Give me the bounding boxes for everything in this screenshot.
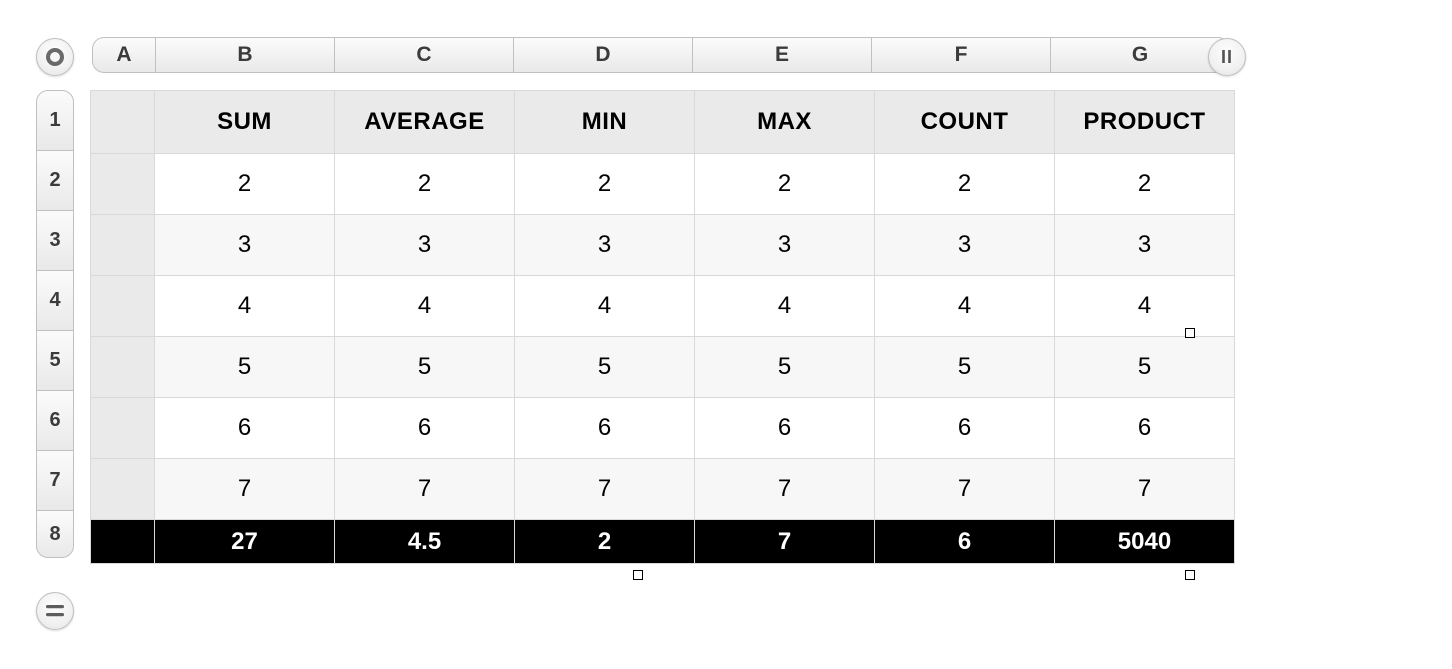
row-header-5[interactable]: 5 — [36, 330, 74, 391]
column-headers-strip: A B C D E F G — [92, 37, 1230, 73]
cell-a5[interactable] — [91, 337, 155, 398]
row-header-7[interactable]: 7 — [36, 450, 74, 511]
cell-a8[interactable] — [91, 520, 155, 564]
cell-c7[interactable]: 7 — [335, 459, 515, 520]
cell-g3[interactable]: 3 — [1055, 215, 1235, 276]
cell-b3[interactable]: 3 — [155, 215, 335, 276]
cell-g2[interactable]: 2 — [1055, 154, 1235, 215]
selection-handle[interactable] — [1185, 570, 1195, 580]
spreadsheet-grid: SUM AVERAGE MIN MAX COUNT PRODUCT 2 2 2 … — [90, 90, 1235, 564]
cell-f5[interactable]: 5 — [875, 337, 1055, 398]
column-header-e[interactable]: E — [692, 37, 872, 73]
cell-b6[interactable]: 6 — [155, 398, 335, 459]
formula-button[interactable] — [36, 592, 74, 630]
cell-c3[interactable]: 3 — [335, 215, 515, 276]
cell-a6[interactable] — [91, 398, 155, 459]
cell-f1[interactable]: COUNT — [875, 91, 1055, 154]
row-header-2[interactable]: 2 — [36, 150, 74, 211]
equals-icon — [46, 604, 64, 618]
cell-a7[interactable] — [91, 459, 155, 520]
cell-b2[interactable]: 2 — [155, 154, 335, 215]
record-icon — [46, 48, 64, 66]
cell-d6[interactable]: 6 — [515, 398, 695, 459]
cell-e5[interactable]: 5 — [695, 337, 875, 398]
cell-a2[interactable] — [91, 154, 155, 215]
cell-f2[interactable]: 2 — [875, 154, 1055, 215]
selection-handle[interactable] — [633, 570, 643, 580]
cell-c4[interactable]: 4 — [335, 276, 515, 337]
cell-e8[interactable]: 7 — [695, 520, 875, 564]
cell-a4[interactable] — [91, 276, 155, 337]
record-button[interactable] — [36, 38, 74, 76]
row-headers-strip: 1 2 3 4 5 6 7 8 — [36, 90, 74, 558]
cell-g6[interactable]: 6 — [1055, 398, 1235, 459]
cell-g5[interactable]: 5 — [1055, 337, 1235, 398]
cell-d1[interactable]: MIN — [515, 91, 695, 154]
cell-d7[interactable]: 7 — [515, 459, 695, 520]
cell-c6[interactable]: 6 — [335, 398, 515, 459]
cell-g1[interactable]: PRODUCT — [1055, 91, 1235, 154]
cell-b1[interactable]: SUM — [155, 91, 335, 154]
cell-a1[interactable] — [91, 91, 155, 154]
cell-g8[interactable]: 5040 — [1055, 520, 1235, 564]
row-header-3[interactable]: 3 — [36, 210, 74, 271]
cell-f3[interactable]: 3 — [875, 215, 1055, 276]
cell-g4[interactable]: 4 — [1055, 276, 1235, 337]
cell-f7[interactable]: 7 — [875, 459, 1055, 520]
cell-f4[interactable]: 4 — [875, 276, 1055, 337]
cell-d2[interactable]: 2 — [515, 154, 695, 215]
pause-icon: II — [1221, 47, 1233, 68]
cell-b8[interactable]: 27 — [155, 520, 335, 564]
cell-d3[interactable]: 3 — [515, 215, 695, 276]
cell-e4[interactable]: 4 — [695, 276, 875, 337]
selection-handle[interactable] — [1185, 328, 1195, 338]
cell-f8[interactable]: 6 — [875, 520, 1055, 564]
cell-g7[interactable]: 7 — [1055, 459, 1235, 520]
cell-a3[interactable] — [91, 215, 155, 276]
column-header-d[interactable]: D — [513, 37, 693, 73]
cell-f6[interactable]: 6 — [875, 398, 1055, 459]
cell-d5[interactable]: 5 — [515, 337, 695, 398]
column-header-a[interactable]: A — [92, 37, 156, 73]
row-header-6[interactable]: 6 — [36, 390, 74, 451]
pause-button[interactable]: II — [1208, 38, 1246, 76]
column-header-c[interactable]: C — [334, 37, 514, 73]
cell-c8[interactable]: 4.5 — [335, 520, 515, 564]
cell-d4[interactable]: 4 — [515, 276, 695, 337]
cell-b5[interactable]: 5 — [155, 337, 335, 398]
cell-b4[interactable]: 4 — [155, 276, 335, 337]
cell-c5[interactable]: 5 — [335, 337, 515, 398]
cell-e3[interactable]: 3 — [695, 215, 875, 276]
cell-e1[interactable]: MAX — [695, 91, 875, 154]
column-header-g[interactable]: G — [1050, 37, 1230, 73]
column-header-b[interactable]: B — [155, 37, 335, 73]
row-header-1[interactable]: 1 — [36, 90, 74, 151]
cell-e6[interactable]: 6 — [695, 398, 875, 459]
row-header-4[interactable]: 4 — [36, 270, 74, 331]
cell-b7[interactable]: 7 — [155, 459, 335, 520]
cell-e7[interactable]: 7 — [695, 459, 875, 520]
cell-c2[interactable]: 2 — [335, 154, 515, 215]
cell-c1[interactable]: AVERAGE — [335, 91, 515, 154]
cell-d8[interactable]: 2 — [515, 520, 695, 564]
row-header-8[interactable]: 8 — [36, 510, 74, 558]
cell-e2[interactable]: 2 — [695, 154, 875, 215]
column-header-f[interactable]: F — [871, 37, 1051, 73]
